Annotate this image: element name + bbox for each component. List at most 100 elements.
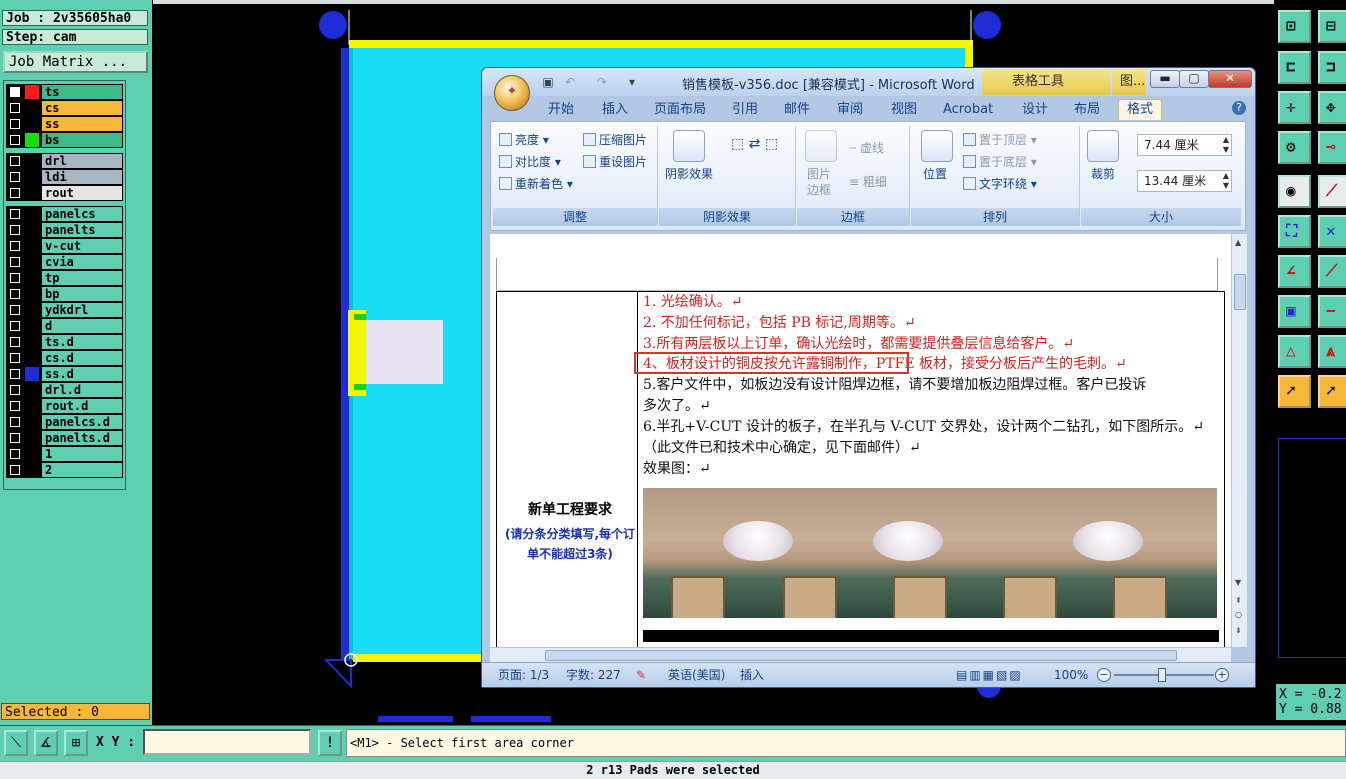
- minimize-button[interactable]: ▬: [1150, 70, 1180, 88]
- tab-mailings[interactable]: 邮件: [784, 100, 810, 120]
- triangle-tool-icon[interactable]: △: [1278, 335, 1311, 368]
- layer-name[interactable]: drl.d: [42, 383, 122, 397]
- brightness-button[interactable]: 亮度 ▾: [499, 132, 549, 148]
- layer-row[interactable]: 1: [6, 446, 123, 462]
- picture-border-icon[interactable]: [805, 130, 837, 162]
- layer-name[interactable]: panelts: [42, 223, 122, 237]
- layer-row[interactable]: panelcs.d: [6, 414, 123, 430]
- layer-name[interactable]: cs: [42, 101, 122, 115]
- tab-references[interactable]: 引用: [732, 100, 758, 120]
- weight-button[interactable]: ≡ 粗细: [849, 174, 887, 190]
- zoom-forward-icon[interactable]: ⊐: [1318, 51, 1346, 84]
- zoom-out-tool-icon[interactable]: ⊟: [1318, 10, 1346, 43]
- layer-color-swatch[interactable]: [25, 271, 39, 285]
- layer-name[interactable]: ydkdrl: [42, 303, 122, 317]
- layer-name[interactable]: panelcs.d: [42, 415, 122, 429]
- layer-row[interactable]: cs: [6, 100, 123, 116]
- layer-color-swatch[interactable]: [25, 101, 39, 115]
- angle-tool-icon[interactable]: ∠: [1278, 255, 1311, 288]
- layer-name[interactable]: ts: [42, 85, 122, 99]
- layer-name[interactable]: panelcs: [42, 207, 122, 221]
- height-spinner[interactable]: 7.44 厘米 ▲ ▼: [1137, 134, 1232, 156]
- layer-color-swatch[interactable]: [25, 463, 39, 477]
- layer-row[interactable]: rout: [6, 185, 123, 201]
- view-buttons[interactable]: ▤▥▦▧▨: [956, 667, 1023, 683]
- contrast-button[interactable]: 对比度 ▾: [499, 154, 561, 170]
- tab-review[interactable]: 审阅: [837, 100, 863, 120]
- layer-color-swatch[interactable]: [25, 170, 39, 184]
- proofing-icon[interactable]: ✎: [636, 667, 646, 683]
- layer-name[interactable]: d: [42, 319, 122, 333]
- pointer-box-tool-icon[interactable]: ➚: [1318, 375, 1346, 408]
- document-page[interactable]: 新单工程要求 (请分条分类填写,每个订单不能超过3条) 1. 光绘确认。↵ 2.…: [490, 234, 1231, 647]
- layer-row[interactable]: d: [6, 318, 123, 334]
- crop-icon[interactable]: [1087, 130, 1119, 162]
- layer-color-swatch[interactable]: [25, 117, 39, 131]
- word-window[interactable]: ▣ ↶ ↷ ▾ 销售模板-v356.doc [兼容模式] - Microsoft…: [481, 67, 1256, 688]
- layer-checkbox[interactable]: [10, 172, 20, 182]
- connect-tool-icon[interactable]: ⛶: [1278, 215, 1311, 248]
- pad-tool-icon[interactable]: ▣: [1278, 295, 1311, 328]
- layer-name[interactable]: ss: [42, 117, 122, 131]
- horizontal-scrollbar[interactable]: [490, 647, 1231, 662]
- layer-row[interactable]: ss.d: [6, 366, 123, 382]
- layer-row[interactable]: 2: [6, 462, 123, 478]
- help-icon[interactable]: ?: [1232, 101, 1246, 115]
- layer-checkbox[interactable]: [10, 135, 20, 145]
- width-spinner[interactable]: 13.44 厘米 ▲ ▼: [1137, 170, 1232, 192]
- layer-checkbox[interactable]: [10, 465, 20, 475]
- layer-name[interactable]: v-cut: [42, 239, 122, 253]
- layer-checkbox[interactable]: [10, 257, 20, 267]
- layer-color-swatch[interactable]: [25, 319, 39, 333]
- layer-checkbox[interactable]: [10, 225, 20, 235]
- layer-color-swatch[interactable]: [25, 431, 39, 445]
- layer-checkbox[interactable]: [10, 273, 20, 283]
- layer-checkbox[interactable]: [10, 417, 20, 427]
- layer-checkbox[interactable]: [10, 321, 20, 331]
- layer-color-swatch[interactable]: [25, 239, 39, 253]
- layer-color-swatch[interactable]: [25, 383, 39, 397]
- measure-icon[interactable]: ⚙: [1278, 131, 1311, 164]
- grid-mode-icon[interactable]: ⊞: [64, 730, 88, 756]
- layer-color-swatch[interactable]: [25, 223, 39, 237]
- requirements-table[interactable]: 新单工程要求 (请分条分类填写,每个订单不能超过3条) 1. 光绘确认。↵ 2.…: [496, 291, 1225, 647]
- layer-checkbox[interactable]: [10, 305, 20, 315]
- send-to-back-button[interactable]: 置于底层 ▾: [963, 154, 1037, 170]
- dashes-button[interactable]: ┄ 虚线: [849, 140, 884, 156]
- zoom-back-icon[interactable]: ⊏: [1278, 51, 1311, 84]
- word-titlebar[interactable]: ▣ ↶ ↷ ▾ 销售模板-v356.doc [兼容模式] - Microsoft…: [482, 68, 1255, 96]
- select-browse-icon[interactable]: ○: [1235, 610, 1242, 619]
- angle-mode-icon[interactable]: ∡: [34, 730, 58, 756]
- zoom-in-icon[interactable]: +: [1215, 668, 1229, 682]
- layer-color-swatch[interactable]: [25, 351, 39, 365]
- layer-row[interactable]: panelts: [6, 222, 123, 238]
- layer-row[interactable]: drl.d: [6, 382, 123, 398]
- layer-name[interactable]: bs: [42, 133, 122, 147]
- layer-checkbox[interactable]: [10, 241, 20, 251]
- layer-row[interactable]: cvia: [6, 254, 123, 270]
- snap-tool-icon[interactable]: −: [1318, 295, 1346, 328]
- layer-row[interactable]: ldi: [6, 169, 123, 185]
- vertical-scrollbar[interactable]: ▲ ▼ ⇞ ○ ⇟: [1231, 234, 1247, 647]
- layer-color-swatch[interactable]: [25, 399, 39, 413]
- layer-name[interactable]: tp: [42, 271, 122, 285]
- zoom-level[interactable]: 100%: [1054, 667, 1088, 683]
- insert-mode[interactable]: 插入: [740, 667, 764, 683]
- reset-picture-button[interactable]: 重设图片: [583, 154, 647, 170]
- layer-row[interactable]: cs.d: [6, 350, 123, 366]
- line-mode-icon[interactable]: ⟍: [4, 730, 28, 756]
- compress-pictures-button[interactable]: 压缩图片: [583, 132, 647, 148]
- bring-to-front-button[interactable]: 置于顶层 ▾: [963, 132, 1037, 148]
- nudge-shadow-icons[interactable]: ⬚ ⇄ ⬚: [731, 136, 778, 152]
- layer-checkbox[interactable]: [10, 209, 20, 219]
- layer-color-swatch[interactable]: [25, 303, 39, 317]
- layer-row[interactable]: panelcs: [6, 206, 123, 222]
- position-icon[interactable]: [921, 130, 953, 162]
- horizontal-scroll-thumb[interactable]: [545, 650, 1177, 661]
- layer-row[interactable]: v-cut: [6, 238, 123, 254]
- picture-border-button[interactable]: 图片边框: [807, 166, 837, 198]
- text-wrapping-button[interactable]: 文字环绕 ▾: [963, 176, 1037, 192]
- layer-name[interactable]: ss.d: [42, 367, 122, 381]
- shadow-effects-button[interactable]: 阴影效果: [665, 166, 713, 182]
- layer-row[interactable]: ts.d: [6, 334, 123, 350]
